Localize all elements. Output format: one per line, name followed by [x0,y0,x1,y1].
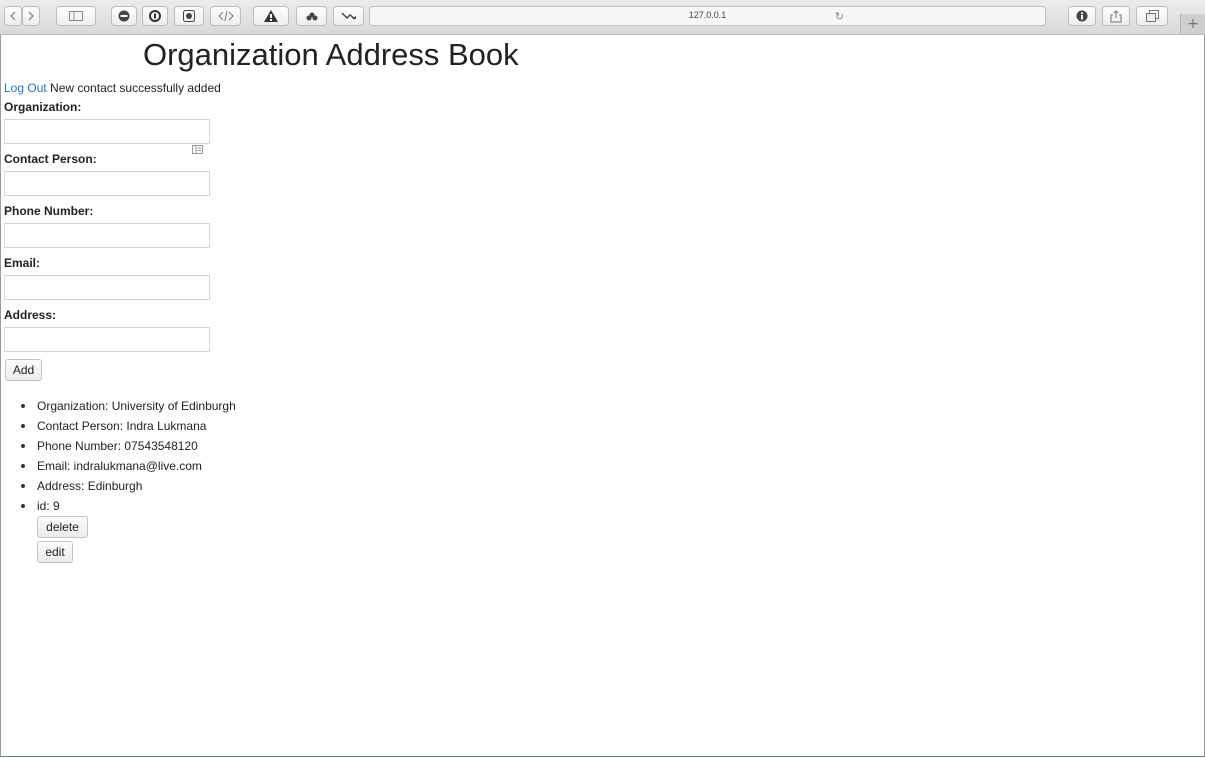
chevron-left-icon [9,11,17,21]
address-input[interactable] [4,327,210,352]
ublock-icon [118,10,130,22]
chevron-right-icon [27,11,35,21]
contact-card-icon[interactable] [192,141,203,154]
email-label: Email: [4,256,41,270]
share-button[interactable] [1102,6,1130,26]
add-button[interactable]: Add [5,359,42,381]
info-icon [1076,10,1088,22]
phone-number-input[interactable] [4,223,210,248]
back-button[interactable] [4,6,22,26]
url-text: 127.0.0.1 [688,10,727,20]
extension-button-3[interactable] [174,6,204,26]
list-item: Organization: University of Edinburgh [21,396,236,416]
list-item: Email: indralukmana@live.com [21,456,236,476]
adblock-icon [263,9,279,23]
list-item: Address: Edinburgh [21,476,236,496]
ghostery-icon [149,10,161,22]
extension-button-1[interactable] [111,6,137,26]
extension-button-2[interactable] [142,6,168,26]
share-icon [1110,9,1122,23]
plus-icon[interactable]: + [1180,14,1205,34]
contact-person: Contact Person: Indra Lukmana [37,419,207,433]
delete-button[interactable]: delete [37,516,88,538]
bullet [21,464,25,468]
phone-number-label: Phone Number: [4,204,94,218]
status-message: New contact successfully added [50,81,221,95]
page-title: Organization Address Book [143,37,519,72]
forward-button[interactable] [22,6,40,26]
contact-person-label: Contact Person: [4,152,97,166]
code-icon [217,11,234,21]
organization-label: Organization: [4,100,82,114]
tabs-icon [1145,10,1159,22]
contact-address: Address: Edinburgh [37,479,143,493]
contact-id: id: 9 [37,499,60,513]
contact-organization: Organization: University of Edinburgh [37,399,236,413]
extension-button-5[interactable] [253,6,289,26]
extension-button-6[interactable] [296,6,327,26]
address-bar[interactable]: 127.0.0.1 ↻ [369,6,1046,26]
organization-input[interactable] [4,119,210,144]
address-label: Address: [4,308,57,322]
info-button[interactable] [1068,6,1096,26]
tabs-button[interactable] [1136,6,1168,26]
edit-button[interactable]: edit [37,541,73,563]
contact-list: Organization: University of Edinburgh Co… [21,396,236,516]
contact-person-input[interactable] [4,171,210,196]
list-item: id: 9 [21,496,236,516]
cloud-icon [305,11,319,21]
logout-link[interactable]: Log Out [4,81,47,95]
browser-toolbar: 127.0.0.1 ↻ + [0,0,1205,35]
sidebar-icon [69,11,83,21]
bullet [21,504,25,508]
bullet [21,484,25,488]
pocket-arrow-icon [341,11,357,21]
bullet [21,404,25,408]
extension-button-7[interactable] [333,6,364,26]
screenshot-icon [183,10,195,22]
sidebar-button[interactable] [56,6,96,26]
page-viewport: Organization Address Book Log Out New co… [0,35,1205,757]
email-input[interactable] [4,275,210,300]
list-item: Phone Number: 07543548120 [21,436,236,456]
bullet [21,444,25,448]
list-item: Contact Person: Indra Lukmana [21,416,236,436]
reload-icon[interactable]: ↻ [835,10,844,23]
contact-phone: Phone Number: 07543548120 [37,439,198,453]
contact-email: Email: indralukmana@live.com [37,459,202,473]
status-line: Log Out New contact successfully added [4,81,221,95]
extension-button-4[interactable] [210,6,241,26]
bullet [21,424,25,428]
